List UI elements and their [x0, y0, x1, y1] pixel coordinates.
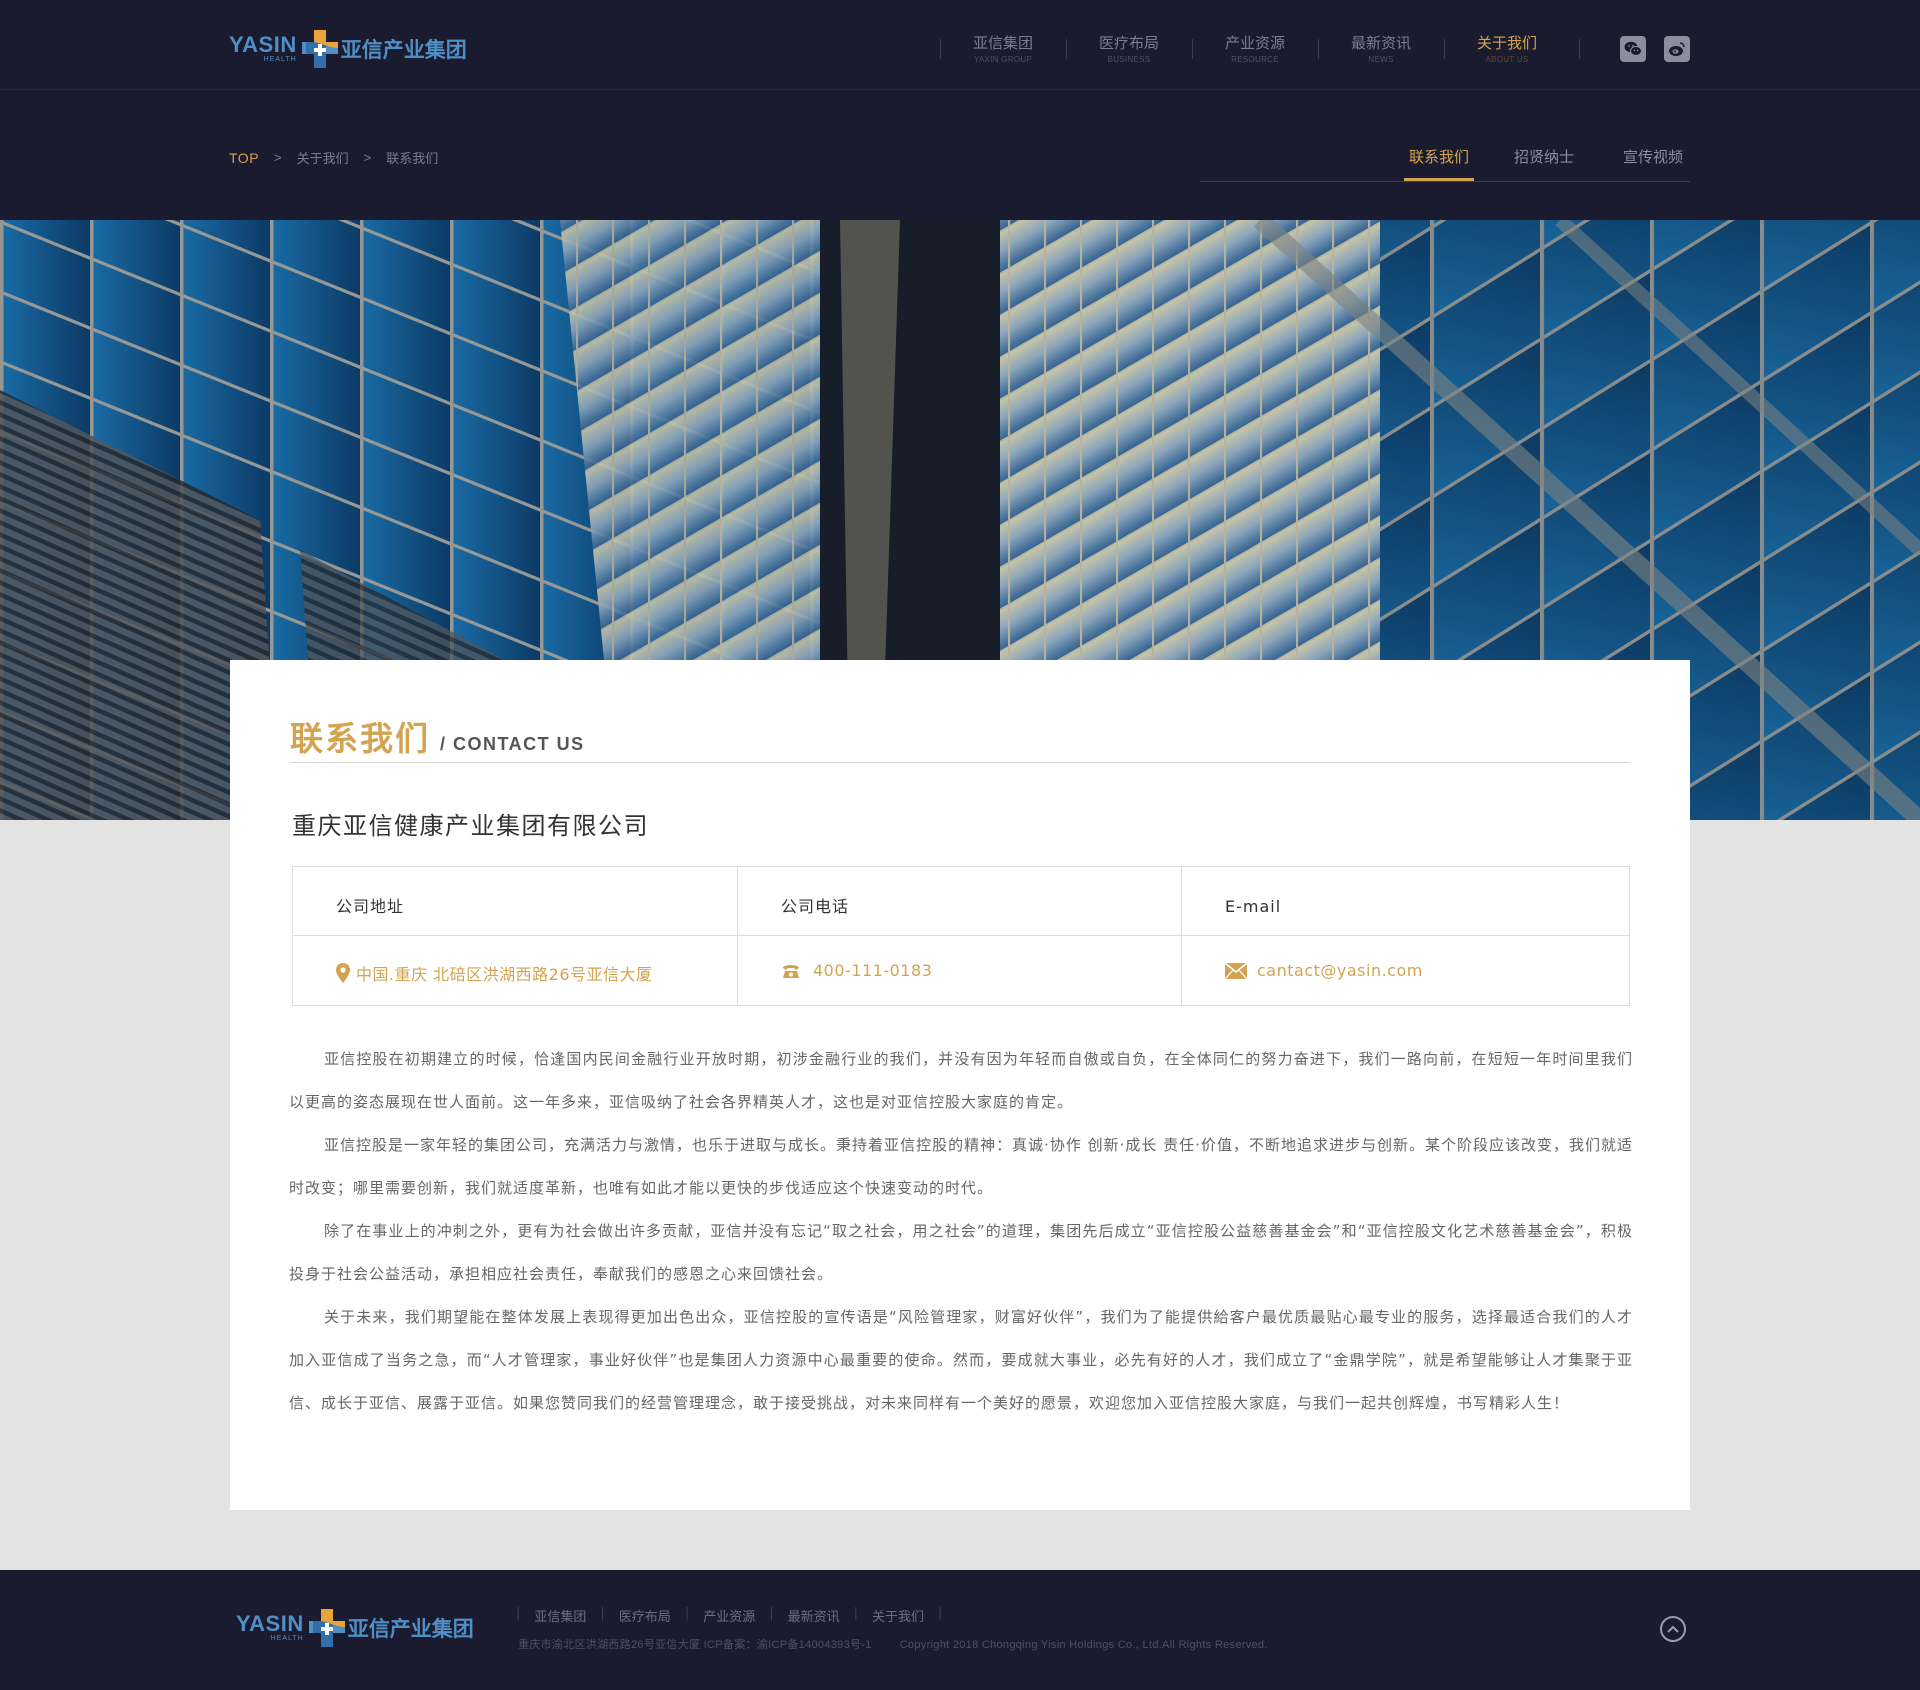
phone-value: 400-111-0183	[781, 961, 932, 980]
footer-logo-cn: 亚信产业集团	[347, 1617, 474, 1641]
footer-logo-wordmark: YASIN HEALTH	[236, 1613, 304, 1643]
section-title-en: / CONTACT US	[440, 734, 585, 754]
address-value: 中国.重庆 北碚区洪湖西路26号亚信大厦	[336, 961, 653, 985]
email-column: E-mail cantact@yasin.com	[1182, 867, 1629, 1005]
address-text: 中国.重庆 北碚区洪湖西路26号亚信大厦	[356, 965, 653, 984]
breadcrumb-contact-us[interactable]: 联系我们	[386, 148, 438, 167]
section-title-cn: 联系我们	[290, 719, 430, 758]
email-value: cantact@yasin.com	[1225, 961, 1423, 980]
logo-cross-icon	[301, 30, 338, 68]
phone-column: 公司电话 400-111-0183	[738, 867, 1182, 1005]
weibo-icon[interactable]	[1664, 36, 1690, 62]
footer-address-icp: 重庆市渝北区洪湖西路26号亚信大厦 ICP备案：渝ICP备14004393号-1	[518, 1639, 872, 1651]
nav-sublabel: BUSINESS	[1107, 55, 1151, 64]
email-text[interactable]: cantact@yasin.com	[1257, 961, 1423, 980]
top-bar: YASIN HEALTH 亚信产业集团 亚信集团 YAXIN GROUP 医疗布…	[0, 0, 1920, 90]
nav-label: 最新资讯	[1350, 34, 1411, 52]
nav-label: 关于我们	[1476, 34, 1537, 52]
footer-nav-divider: |	[938, 1606, 943, 1621]
phone-label: 公司电话	[738, 867, 1181, 936]
article-paragraph: 亚信控股在初期建立的时候，恰逢国内民间金融行业开放时期，初涉金融行业的我们，并没…	[289, 1050, 1633, 1111]
breadcrumb-about-us[interactable]: 关于我们	[297, 148, 349, 167]
mail-icon	[1225, 962, 1247, 979]
company-name: 重庆亚信健康产业集团有限公司	[292, 812, 649, 840]
nav-item-about-us[interactable]: 关于我们 ABOUT US	[1444, 32, 1570, 66]
nav-item-news[interactable]: 最新资讯 NEWS	[1318, 32, 1444, 66]
address-column: 公司地址 中国.重庆 北碚区洪湖西路26号亚信大厦	[293, 867, 738, 1005]
logo-wordmark: YASIN HEALTH	[229, 34, 297, 64]
footer-logo-sub: HEALTH	[270, 1635, 304, 1642]
address-label: 公司地址	[293, 867, 737, 936]
footer-logo-cross-icon	[308, 1609, 345, 1647]
footer-copyright-text: Copyright 2018 Chongqing Yisin Holdings …	[899, 1639, 1268, 1651]
site-logo[interactable]: YASIN HEALTH 亚信产业集团	[229, 26, 467, 72]
article-paragraph: 除了在事业上的冲刺之外，更有为社会做出许多贡献，亚信并没有忘记“取之社会，用之社…	[289, 1222, 1633, 1283]
tab-promo-video[interactable]: 宣传视频	[1623, 146, 1683, 181]
footer-logo-en: YASIN	[236, 1611, 304, 1636]
logo-cn: 亚信产业集团	[340, 38, 467, 62]
article-paragraph: 关于未来，我们期望能在整体发展上表现得更加出色出众，亚信控股的宣传语是“风险管理…	[289, 1308, 1633, 1412]
nav-label: 医疗布局	[1098, 34, 1159, 52]
nav-label: 亚信集团	[972, 34, 1033, 52]
footer-copyright: 重庆市渝北区洪湖西路26号亚信大厦 ICP备案：渝ICP备14004393号-1…	[518, 1636, 1268, 1652]
location-pin-icon	[336, 963, 350, 983]
nav-sublabel: YAXIN GROUP	[973, 55, 1033, 64]
phone-icon	[781, 963, 801, 979]
footer-nav-yaxin-group[interactable]: 亚信集团	[520, 1606, 600, 1625]
footer-nav-about-us[interactable]: 关于我们	[858, 1606, 938, 1625]
nav-sublabel: ABOUT US	[1485, 55, 1529, 64]
nav-item-yaxin-group[interactable]: 亚信集团 YAXIN GROUP	[940, 32, 1066, 66]
article-paragraph: 亚信控股是一家年轻的集团公司，充满活力与激情，也乐于进取与成长。秉持着亚信控股的…	[289, 1136, 1633, 1197]
section-title: 联系我们 / CONTACT US	[290, 712, 585, 760]
email-label: E-mail	[1182, 867, 1629, 936]
main-nav: 亚信集团 YAXIN GROUP 医疗布局 BUSINESS 产业资源 RESO…	[940, 32, 1570, 66]
back-to-top-icon[interactable]	[1660, 1616, 1686, 1642]
footer-nav: | 亚信集团 | 医疗布局 | 产业资源 | 最新资讯 | 关于我们 |	[516, 1606, 942, 1625]
site-footer: YASIN HEALTH 亚信产业集团 | 亚信集团 | 医疗布局 | 产业资源…	[0, 1570, 1920, 1690]
site-header: YASIN HEALTH 亚信产业集团 亚信集团 YAXIN GROUP 医疗布…	[0, 0, 1920, 220]
footer-nav-resource[interactable]: 产业资源	[689, 1606, 769, 1625]
breadcrumb-top[interactable]: TOP	[229, 150, 259, 166]
nav-divider	[1579, 39, 1580, 59]
phone-text[interactable]: 400-111-0183	[813, 961, 932, 980]
breadcrumb-separator: >	[274, 150, 282, 165]
nav-sublabel: RESOURCE	[1231, 55, 1279, 64]
contact-table: 公司地址 中国.重庆 北碚区洪湖西路26号亚信大厦 公司电话 400-111-0…	[292, 866, 1630, 1006]
logo-en: YASIN	[229, 32, 297, 57]
wechat-icon[interactable]	[1620, 36, 1646, 62]
footer-nav-business[interactable]: 医疗布局	[605, 1606, 685, 1625]
title-divider	[290, 762, 1630, 763]
footer-nav-news[interactable]: 最新资讯	[774, 1606, 854, 1625]
nav-item-business[interactable]: 医疗布局 BUSINESS	[1066, 32, 1192, 66]
breadcrumb-separator: >	[363, 150, 372, 165]
footer-logo[interactable]: YASIN HEALTH 亚信产业集团	[236, 1608, 474, 1648]
breadcrumb: TOP > 关于我们 > 联系我们	[229, 148, 438, 168]
nav-item-resource[interactable]: 产业资源 RESOURCE	[1192, 32, 1318, 66]
tab-contact-us[interactable]: 联系我们	[1404, 146, 1474, 181]
about-article: 亚信控股在初期建立的时候，恰逢国内民间金融行业开放时期，初涉金融行业的我们，并没…	[289, 1038, 1633, 1425]
tab-recruitment[interactable]: 招贤纳士	[1514, 146, 1574, 181]
content-card: 联系我们 / CONTACT US 重庆亚信健康产业集团有限公司 公司地址 中国…	[230, 660, 1690, 1510]
nav-label: 产业资源	[1224, 34, 1285, 52]
nav-sublabel: NEWS	[1368, 55, 1394, 64]
logo-sub: HEALTH	[263, 56, 297, 63]
sub-tabs: 联系我们 招贤纳士 宣传视频	[1200, 138, 1690, 182]
